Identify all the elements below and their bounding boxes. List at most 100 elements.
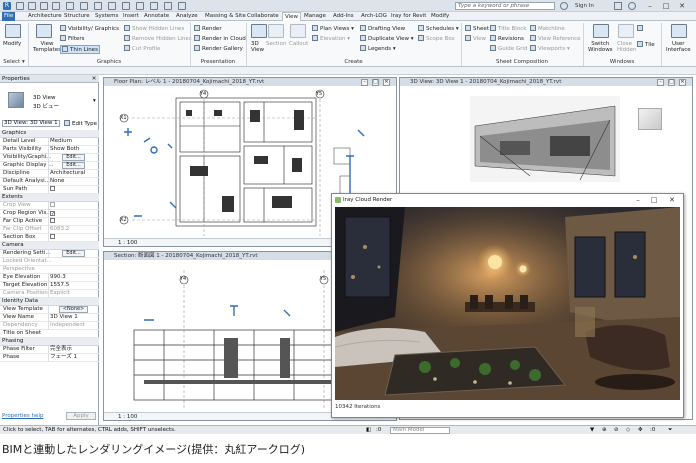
prop-value[interactable]: Medium <box>48 138 97 146</box>
show-hidden-lines-button[interactable]: Show Hidden Lines <box>124 25 184 32</box>
edit-button[interactable]: Edit... <box>62 154 85 161</box>
prop-rendering-settings[interactable]: Rendering Setti... Edit... <box>0 250 99 258</box>
scale-label[interactable]: 1 : 100 <box>118 240 137 246</box>
prop-value[interactable]: 1557.5 <box>48 282 97 290</box>
user-interface-icon[interactable] <box>671 24 687 38</box>
plan-views-button[interactable]: Plan Views ▾ <box>312 25 354 32</box>
minimize-button[interactable]: – <box>632 195 644 205</box>
modify-icon[interactable] <box>5 24 21 38</box>
workset-icon[interactable]: ◧ <box>366 426 371 434</box>
pin-icon[interactable]: ⊘ <box>614 426 619 434</box>
view-reference-button[interactable]: View Reference <box>530 35 581 42</box>
tab-massing[interactable]: Massing & Site <box>203 12 248 21</box>
prop-target-elevation[interactable]: Target Elevation 1557.5 <box>0 282 99 290</box>
properties-help-link[interactable]: Properties help <box>2 413 43 419</box>
callout-label[interactable]: Callout <box>289 41 308 47</box>
close-hidden-icon[interactable] <box>150 2 158 10</box>
tab-manage[interactable]: Manage <box>302 12 328 21</box>
save-icon[interactable] <box>28 2 36 10</box>
sheet-button[interactable]: Sheet <box>465 25 489 32</box>
tab-file[interactable]: File <box>2 12 16 21</box>
tab-view[interactable]: View <box>282 12 302 21</box>
checkbox[interactable] <box>50 186 55 191</box>
tab-architecture[interactable]: Architecture <box>26 12 64 21</box>
switch-windows-label[interactable]: Switch Windows <box>588 41 613 53</box>
view-templates-icon[interactable] <box>36 24 52 38</box>
prop-crop-view[interactable]: Crop View <box>0 202 99 210</box>
replicate-button[interactable] <box>637 25 645 32</box>
tab-systems[interactable]: Systems <box>93 12 120 21</box>
section-phasing[interactable]: Phasing <box>0 338 99 346</box>
cut-profile-button[interactable]: Cut Profile <box>124 45 160 52</box>
guide-grid-button[interactable]: Guide Grid <box>490 45 527 52</box>
tile-button[interactable]: Tile <box>637 41 655 48</box>
render-gallery-button[interactable]: Render Gallery <box>194 45 243 52</box>
prop-sun-path[interactable]: Sun Path <box>0 186 99 194</box>
edit-button[interactable]: Edit... <box>62 250 85 257</box>
title-block-button[interactable]: Title Block <box>490 25 526 32</box>
section-label[interactable]: Section <box>266 41 286 47</box>
prop-far-clip-offset[interactable]: Far Clip Offset 6083.2 <box>0 226 99 234</box>
select-underlay-icon[interactable]: ◇ <box>626 426 630 434</box>
signin-button[interactable]: Sign In <box>575 2 611 10</box>
prop-far-clip-active[interactable]: Far Clip Active <box>0 218 99 226</box>
filters-button[interactable]: Filters <box>60 35 85 42</box>
filter-icon[interactable]: ▼ <box>590 426 594 434</box>
tab-collaborate[interactable]: Collaborate <box>245 12 281 21</box>
switch-windows-icon[interactable] <box>593 24 609 38</box>
drag-icon[interactable]: ✥ <box>638 426 643 434</box>
visibility-graphics-button[interactable]: Visibility/ Graphics <box>60 25 119 32</box>
scope-box-button[interactable]: Scope Box <box>418 35 455 42</box>
user-interface-label[interactable]: User Interface <box>666 41 691 53</box>
chevron-down-icon[interactable]: ▾ <box>93 98 96 104</box>
render-cloud-button[interactable]: Render in Cloud <box>194 35 246 42</box>
maximize-button[interactable]: □ <box>668 78 675 86</box>
prop-graphic-display[interactable]: Graphic Display ... Edit... <box>0 162 99 170</box>
close-icon[interactable]: ✕ <box>90 75 98 83</box>
view-button[interactable]: View <box>465 35 486 42</box>
checkbox[interactable] <box>50 202 55 207</box>
3d-view-label[interactable]: 3D View <box>251 41 264 53</box>
prop-title-on-sheet[interactable]: Title on Sheet <box>0 330 99 338</box>
group-select[interactable]: Select ▾ <box>0 58 28 66</box>
cart-icon[interactable] <box>614 2 622 10</box>
render-button[interactable]: Render <box>194 25 222 32</box>
view-template-button[interactable]: <None> <box>58 306 89 313</box>
search-icon[interactable] <box>560 2 568 10</box>
matchline-button[interactable]: Matchline <box>530 25 565 32</box>
prop-value[interactable]: Explicit <box>48 290 97 298</box>
3d-view-icon[interactable] <box>251 24 267 38</box>
tab-analyze[interactable]: Analyze <box>174 12 200 21</box>
close-button[interactable]: ✕ <box>383 78 390 86</box>
section-icon[interactable] <box>122 2 130 10</box>
drafting-view-button[interactable]: Drafting View <box>360 25 405 32</box>
schedules-button[interactable]: Schedules ▾ <box>418 25 459 32</box>
section-camera[interactable]: Camera <box>0 242 99 250</box>
thin-lines-icon[interactable] <box>136 2 144 10</box>
tab-archlog[interactable]: Arch-LOG <box>359 12 389 21</box>
tab-structure[interactable]: Structure <box>62 12 92 21</box>
tab-insert[interactable]: Insert <box>121 12 141 21</box>
link-icon[interactable]: ⊕ <box>602 426 607 434</box>
prop-eye-elevation[interactable]: Eye Elevation 990.3 <box>0 274 99 282</box>
prop-value[interactable]: フェーズ 1 <box>48 354 97 362</box>
prop-value[interactable]: Architectural <box>48 170 97 178</box>
prop-default-analysis[interactable]: Default Analysi... None <box>0 178 99 186</box>
prop-phase[interactable]: Phase フェーズ 1 <box>0 354 99 362</box>
legends-button[interactable]: Legends ▾ <box>360 45 396 52</box>
close-hidden-icon[interactable] <box>618 24 634 38</box>
minimize-button[interactable]: – <box>361 78 368 86</box>
open-icon[interactable] <box>16 2 24 10</box>
measure-icon[interactable] <box>80 2 88 10</box>
prop-value[interactable]: 完全表示 <box>48 346 97 354</box>
duplicate-view-button[interactable]: Duplicate View ▾ <box>360 35 414 42</box>
instance-selector[interactable]: 3D View: 3D View 1 <box>2 120 60 127</box>
modify-button-label[interactable]: Modify <box>3 41 21 47</box>
checkbox-checked[interactable]: ✓ <box>50 211 55 217</box>
edit-type-button[interactable]: Edit Type <box>64 120 97 127</box>
prop-value[interactable]: 3D View 1 <box>48 314 97 322</box>
print-icon[interactable] <box>66 2 74 10</box>
prop-value[interactable]: 6083.2 <box>48 226 97 234</box>
close-hidden-label[interactable]: Close Hidden <box>617 41 637 53</box>
prop-visibility-graphics[interactable]: Visibility/Graphi... Edit... <box>0 154 99 162</box>
